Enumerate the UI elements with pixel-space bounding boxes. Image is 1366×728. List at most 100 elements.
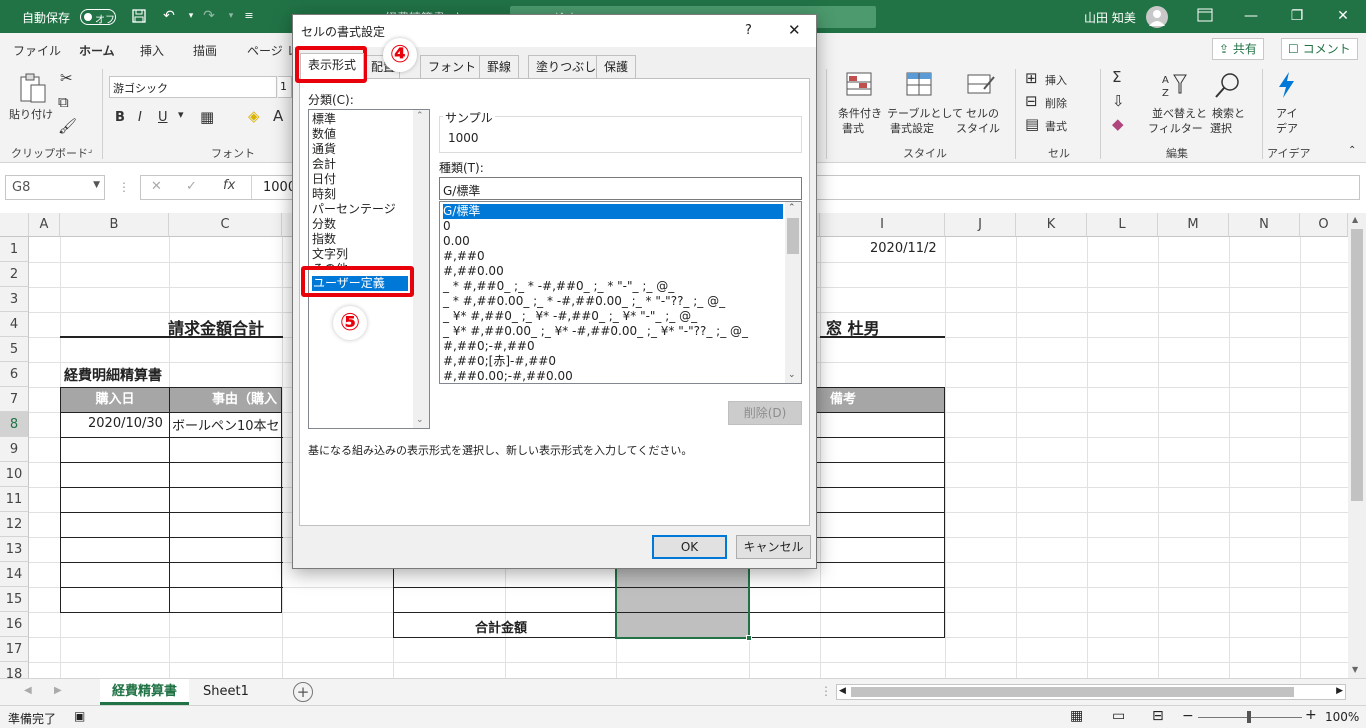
- paste-icon[interactable]: [18, 73, 48, 103]
- zoom-level[interactable]: 100%: [1325, 710, 1359, 724]
- format-item[interactable]: _ ¥* #,##0.00_ ;_ ¥* -#,##0.00_ ;_ ¥* "-…: [443, 324, 748, 339]
- vertical-scrollbar[interactable]: ▲ ▼: [1348, 213, 1366, 678]
- restore-icon[interactable]: ❐: [1288, 8, 1306, 24]
- category-item[interactable]: 会計: [312, 157, 336, 172]
- delete-format-button[interactable]: 削除(D): [728, 401, 802, 425]
- fill-icon[interactable]: ⇩: [1112, 92, 1125, 110]
- row-header[interactable]: 16: [0, 612, 29, 637]
- insert-cells-label[interactable]: 挿入: [1045, 72, 1067, 88]
- close-dialog-icon[interactable]: ✕: [788, 21, 801, 39]
- horizontal-scrollbar[interactable]: ◀ ▶: [836, 684, 1346, 700]
- scroll-down-icon[interactable]: ▼: [1352, 665, 1358, 674]
- row-header[interactable]: 4: [0, 312, 29, 337]
- autosum-icon[interactable]: Σ: [1112, 68, 1121, 86]
- h-scroll-thumb[interactable]: [851, 687, 1294, 697]
- delete-cells-icon[interactable]: ⊟: [1025, 92, 1038, 110]
- zoom-out-icon[interactable]: −: [1182, 708, 1194, 724]
- collapse-ribbon-icon[interactable]: ⌃: [1348, 145, 1356, 156]
- comment-button[interactable]: ☐ コメント: [1281, 38, 1358, 60]
- row-header[interactable]: 13: [0, 537, 29, 562]
- name-box-dropdown-icon[interactable]: ▼: [93, 180, 100, 190]
- next-sheet-icon[interactable]: ▶: [54, 685, 62, 696]
- tab-page-layout[interactable]: ページ レ: [247, 42, 299, 59]
- column-header[interactable]: L: [1087, 213, 1158, 237]
- format-scroll-thumb[interactable]: [787, 218, 799, 254]
- format-item-selected[interactable]: G/標準: [443, 204, 783, 219]
- format-item[interactable]: #,##0: [443, 249, 485, 264]
- confirm-entry-icon[interactable]: ✓: [186, 179, 197, 194]
- save-icon[interactable]: [130, 8, 148, 24]
- dialog-launcher-icon[interactable]: ⌟: [88, 145, 92, 155]
- font-color-icon[interactable]: A: [273, 107, 283, 125]
- scroll-down-icon[interactable]: ⌄: [416, 415, 424, 425]
- category-item[interactable]: 時刻: [312, 187, 336, 202]
- dialog-title-bar[interactable]: セルの書式設定 ? ✕: [293, 15, 816, 47]
- category-item[interactable]: パーセンテージ: [312, 202, 396, 217]
- column-header[interactable]: N: [1229, 213, 1300, 237]
- dialog-tab-border[interactable]: 罫線: [479, 55, 520, 78]
- scroll-up-icon[interactable]: ⌃: [788, 203, 796, 213]
- row-header[interactable]: 7: [0, 387, 29, 412]
- conditional-format-label-2[interactable]: 書式: [842, 120, 864, 136]
- row-header-active[interactable]: 8: [0, 412, 29, 437]
- row-header[interactable]: 18: [0, 662, 29, 678]
- format-cells-icon[interactable]: ▤: [1025, 115, 1039, 133]
- dialog-tab-protection[interactable]: 保護: [596, 55, 637, 78]
- format-item[interactable]: #,##0;[赤]-#,##0: [443, 354, 556, 369]
- tab-file[interactable]: ファイル: [13, 42, 61, 59]
- undo-icon[interactable]: ↶: [160, 8, 178, 24]
- format-item[interactable]: #,##0;-#,##0: [443, 339, 535, 354]
- cell-styles-icon[interactable]: [966, 71, 996, 99]
- cancel-entry-icon[interactable]: ✕: [151, 179, 162, 194]
- column-header[interactable]: C: [169, 213, 282, 237]
- bold-button[interactable]: B: [115, 110, 125, 125]
- font-name-select[interactable]: 游ゴシック: [109, 76, 277, 98]
- normal-view-icon[interactable]: ▦: [1070, 708, 1083, 724]
- cell-styles-label-2[interactable]: スタイル: [956, 120, 1000, 136]
- conditional-format-label-1[interactable]: 条件付き: [838, 105, 882, 121]
- category-item[interactable]: 標準: [312, 112, 336, 127]
- cell-styles-label-1[interactable]: セルの: [966, 105, 999, 121]
- sort-filter-label-1[interactable]: 並べ替えと: [1152, 105, 1207, 121]
- column-header[interactable]: I: [820, 213, 945, 237]
- autosave-toggle[interactable]: オフ: [80, 9, 116, 26]
- cancel-button[interactable]: キャンセル: [736, 535, 811, 559]
- format-scrollbar[interactable]: ⌃ ⌄: [785, 202, 801, 383]
- format-item[interactable]: #,##0.00;-#,##0.00: [443, 369, 573, 383]
- zoom-slider-thumb[interactable]: [1247, 711, 1251, 723]
- row-header[interactable]: 2: [0, 262, 29, 287]
- paste-label[interactable]: 貼り付け: [9, 106, 53, 122]
- fill-color-icon[interactable]: ◈: [248, 107, 260, 125]
- page-break-view-icon[interactable]: ⊟: [1152, 708, 1164, 724]
- sort-filter-label-2[interactable]: フィルター: [1148, 120, 1203, 136]
- row-header[interactable]: 12: [0, 512, 29, 537]
- type-input[interactable]: G/標準: [439, 177, 802, 200]
- scroll-down-icon[interactable]: ⌄: [788, 370, 796, 380]
- column-header[interactable]: A: [29, 213, 60, 237]
- format-cells-label[interactable]: 書式: [1045, 118, 1067, 134]
- copy-icon[interactable]: ⧉: [58, 93, 69, 111]
- ideas-icon[interactable]: [1272, 71, 1302, 99]
- find-select-label-2[interactable]: 選択: [1210, 120, 1232, 136]
- delete-cells-label[interactable]: 削除: [1045, 95, 1067, 111]
- category-item[interactable]: 分数: [312, 217, 336, 232]
- ok-button[interactable]: OK: [652, 535, 727, 559]
- tab-home[interactable]: ホーム: [79, 42, 115, 65]
- format-painter-icon[interactable]: 🖌: [58, 117, 77, 135]
- format-as-table-icon[interactable]: [905, 71, 935, 99]
- category-item[interactable]: 日付: [312, 172, 336, 187]
- format-item[interactable]: _ * #,##0.00_ ;_ * -#,##0.00_ ;_ * "-"??…: [443, 294, 725, 309]
- category-item[interactable]: 通貨: [312, 142, 336, 157]
- sheet-tab-keihi[interactable]: 経費精算書: [100, 679, 190, 705]
- underline-dropdown-icon[interactable]: ▾: [178, 108, 184, 121]
- undo-dropdown-icon[interactable]: ▾: [182, 8, 200, 24]
- add-sheet-icon[interactable]: +: [293, 682, 313, 702]
- row-header[interactable]: 9: [0, 437, 29, 462]
- category-item[interactable]: 指数: [312, 232, 336, 247]
- column-header[interactable]: K: [1016, 213, 1087, 237]
- tab-split-icon[interactable]: ⋮: [820, 684, 832, 698]
- clear-icon[interactable]: ◆: [1112, 115, 1124, 133]
- dialog-tab-font[interactable]: フォント: [420, 55, 485, 78]
- minimize-icon[interactable]: —: [1242, 8, 1260, 24]
- dialog-tab-number[interactable]: 表示形式: [300, 53, 365, 79]
